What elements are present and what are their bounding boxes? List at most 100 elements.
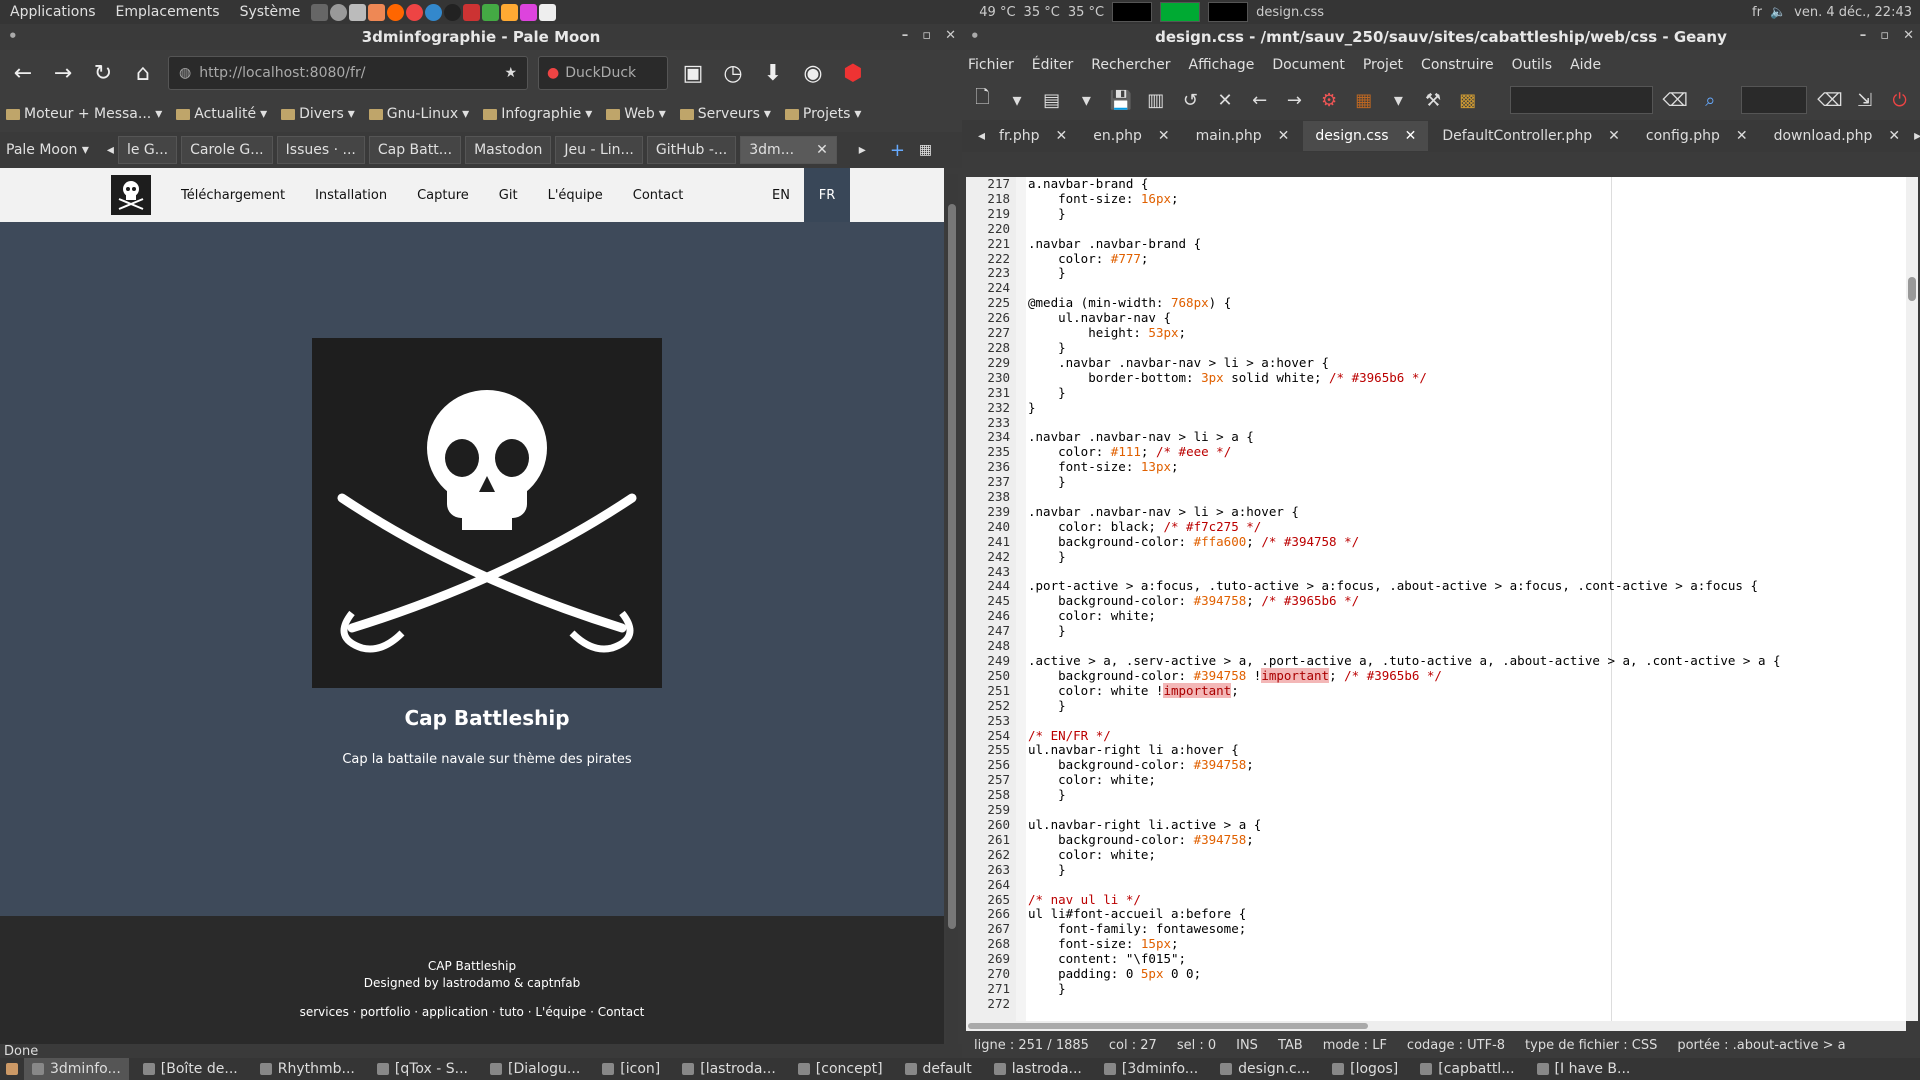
code-line[interactable]: color: white;: [1028, 847, 1906, 863]
menu-edit[interactable]: Éditer: [1032, 57, 1073, 73]
doc-tab[interactable]: config.php ✕: [1634, 121, 1760, 151]
clear-icon[interactable]: ⌫: [1663, 87, 1688, 113]
scrollbar-thumb[interactable]: [1908, 277, 1916, 301]
execute-icon[interactable]: ⚒: [1421, 87, 1446, 113]
code-line[interactable]: }: [1028, 549, 1906, 565]
code-line[interactable]: color: #111; /* #eee */: [1028, 444, 1906, 460]
nav-link-capture[interactable]: Capture: [417, 188, 469, 203]
code-line[interactable]: }: [1028, 862, 1906, 878]
task-item[interactable]: [I have B...: [1529, 1058, 1639, 1080]
code-line[interactable]: }: [1028, 623, 1906, 639]
code-line[interactable]: font-size: 13px;: [1028, 459, 1906, 475]
code-line[interactable]: }: [1028, 340, 1906, 356]
code-line[interactable]: [1028, 490, 1906, 505]
code-line[interactable]: }: [1028, 474, 1906, 490]
code-line[interactable]: content: "\f015";: [1028, 951, 1906, 967]
tab[interactable]: le G...: [117, 136, 178, 164]
site-logo[interactable]: [111, 175, 151, 215]
new-file-icon[interactable]: 🗋: [970, 87, 995, 113]
menu-tools[interactable]: Outils: [1512, 57, 1552, 73]
launcher-icon[interactable]: [387, 3, 405, 21]
code-editor[interactable]: 217 218 219 220 221 222 223 224 225 226 227 228 229 2…: [966, 177, 1906, 1021]
code-line[interactable]: .navbar .navbar-nav > li > a:hover {: [1028, 504, 1906, 520]
code-line[interactable]: }: [1028, 266, 1906, 281]
code-line[interactable]: [1028, 565, 1906, 580]
search-box[interactable]: ● DuckDuck: [538, 56, 668, 90]
build-icon[interactable]: ▦: [1351, 87, 1376, 113]
menu-applications[interactable]: Applications: [0, 4, 106, 20]
bookmark-folder[interactable]: Infographie ▾: [483, 106, 592, 122]
close-tab-icon[interactable]: ✕: [1056, 128, 1068, 144]
maximize-icon[interactable]: ▫: [1880, 28, 1889, 43]
menu-places[interactable]: Emplacements: [106, 4, 230, 20]
dropdown-icon[interactable]: ▾: [1386, 87, 1411, 113]
code-line[interactable]: /* EN/FR */: [1028, 728, 1906, 744]
bookmark-star-icon[interactable]: ★: [504, 65, 517, 81]
code-line[interactable]: .navbar .navbar-brand {: [1028, 236, 1906, 252]
menu-view[interactable]: Affichage: [1189, 57, 1255, 73]
scrollbar-thumb[interactable]: [968, 1023, 1368, 1029]
forward-icon[interactable]: →: [48, 58, 78, 88]
browser-scrollbar[interactable]: [946, 174, 958, 1054]
home-icon[interactable]: ⌂: [128, 58, 158, 88]
code-line[interactable]: background-color: #394758; /* #3965b6 */: [1028, 593, 1906, 609]
code-line[interactable]: font-size: 15px;: [1028, 936, 1906, 952]
launcher-icon[interactable]: [368, 3, 386, 21]
cookie-icon[interactable]: ◉: [798, 58, 828, 88]
code-line[interactable]: [1028, 222, 1906, 237]
quit-icon[interactable]: ⏻: [1887, 87, 1912, 113]
revert-icon[interactable]: ↺: [1178, 87, 1203, 113]
doc-tab[interactable]: DefaultController.php ✕: [1430, 121, 1632, 151]
dropdown-icon[interactable]: ▾: [1074, 87, 1099, 113]
code-line[interactable]: color: white !important;: [1028, 682, 1906, 699]
maximize-icon[interactable]: ▫: [922, 28, 931, 43]
code-line[interactable]: }: [1028, 981, 1906, 997]
code-line[interactable]: ul.navbar-right li.active > a {: [1028, 817, 1906, 833]
keyboard-layout[interactable]: fr: [1752, 5, 1762, 20]
close-tab-icon[interactable]: ✕: [1405, 128, 1417, 144]
search-icon[interactable]: ⌕: [1698, 87, 1723, 113]
code-line[interactable]: height: 53px;: [1028, 325, 1906, 341]
task-item[interactable]: design.c...: [1212, 1058, 1318, 1080]
close-tab-icon[interactable]: ✕: [1278, 128, 1290, 144]
task-item[interactable]: 3dminfo...: [24, 1058, 129, 1080]
task-item[interactable]: default: [897, 1058, 980, 1080]
menu-project[interactable]: Projet: [1363, 57, 1403, 73]
lang-fr[interactable]: FR: [804, 168, 850, 222]
nav-link-git[interactable]: Git: [499, 188, 518, 203]
nav-link-contact[interactable]: Contact: [633, 188, 684, 203]
url-bar[interactable]: ◍ http://localhost:8080/fr/ ★: [168, 56, 528, 90]
bookmark-folder[interactable]: Serveurs ▾: [679, 106, 771, 122]
close-tab-icon[interactable]: ✕: [816, 142, 828, 158]
history-icon[interactable]: ◷: [718, 58, 748, 88]
tab[interactable]: Jeu - Lin...: [555, 136, 643, 164]
code-line[interactable]: /* nav ul li */: [1028, 892, 1906, 908]
nav-link-install[interactable]: Installation: [315, 188, 387, 203]
code-line[interactable]: color: white;: [1028, 608, 1906, 624]
task-item[interactable]: lastroda...: [986, 1058, 1090, 1080]
code-line[interactable]: font-size: 16px;: [1028, 191, 1906, 207]
close-tab-icon[interactable]: ✕: [1736, 128, 1748, 144]
code-line[interactable]: color: black; /* #f7c275 */: [1028, 519, 1906, 535]
code-line[interactable]: background-color: #394758;: [1028, 832, 1906, 848]
code-text[interactable]: a.navbar-brand { font-size: 16px; } .nav…: [1028, 177, 1906, 1012]
tabs-scroll-left-icon[interactable]: ◂: [107, 142, 114, 158]
code-line[interactable]: padding: 0 5px 0 0;: [1028, 966, 1906, 982]
task-item[interactable]: [Boîte de...: [135, 1058, 246, 1080]
editor-scrollbar[interactable]: [1906, 177, 1918, 1021]
code-line[interactable]: background-color: #394758 !important; /*…: [1028, 667, 1906, 684]
code-line[interactable]: font-family: fontawesome;: [1028, 921, 1906, 937]
save-icon[interactable]: 💾: [1109, 87, 1134, 113]
close-icon[interactable]: ✕: [945, 28, 956, 43]
launcher-icon[interactable]: [425, 3, 443, 21]
code-line[interactable]: @media (min-width: 768px) {: [1028, 295, 1906, 311]
task-item[interactable]: [logos]: [1324, 1058, 1406, 1080]
code-line[interactable]: }: [1028, 385, 1906, 401]
doc-tab[interactable]: fr.php ✕: [987, 121, 1079, 151]
close-icon[interactable]: ✕: [1903, 28, 1914, 43]
pale-moon-menu[interactable]: Pale Moon ▾: [6, 142, 89, 158]
code-line[interactable]: ul li#font-accueil a:before {: [1028, 907, 1906, 922]
menu-file[interactable]: Fichier: [968, 57, 1014, 73]
clock[interactable]: ven. 4 déc., 22:43: [1794, 5, 1912, 20]
launcher-icon[interactable]: [330, 3, 348, 21]
